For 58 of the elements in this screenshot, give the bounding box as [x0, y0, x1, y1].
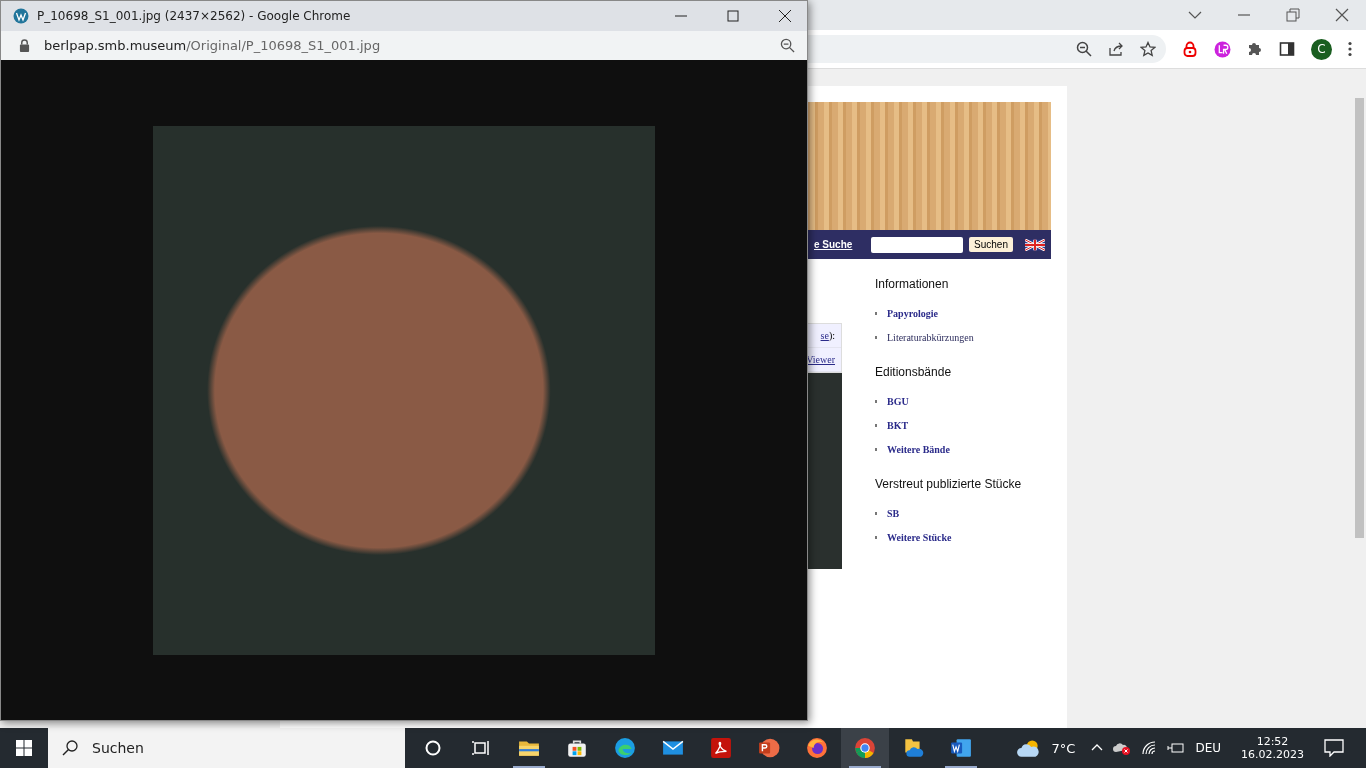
sidebar-heading: Editionsbände — [875, 365, 953, 379]
sidebar-link[interactable]: BGU — [887, 395, 909, 407]
chrome-browser-icon[interactable] — [854, 737, 876, 759]
running-indicator — [849, 766, 881, 768]
sidebar-link[interactable]: Weitere Bände — [887, 443, 950, 455]
share-icon[interactable] — [1108, 41, 1124, 57]
language-indicator[interactable]: DEU — [1195, 741, 1221, 755]
url-text[interactable]: berlpap.smb.museum/Original/P_10698_S1_001.jpg — [44, 38, 381, 53]
sidebar-link[interactable]: Literaturabkürzungen — [887, 331, 974, 343]
puzzle-icon[interactable] — [1247, 41, 1263, 57]
battery-plug-icon[interactable] — [1167, 741, 1186, 755]
close-icon[interactable] — [1334, 7, 1350, 23]
padlock-icon[interactable] — [1182, 40, 1198, 58]
clock[interactable]: 12:52 16.02.2023 — [1241, 735, 1304, 761]
lock-icon — [19, 39, 30, 52]
sidebar-link[interactable]: Papyrologie — [887, 307, 938, 319]
close-icon[interactable] — [777, 8, 793, 24]
firefox-browser-icon[interactable] — [806, 737, 828, 759]
running-indicator — [945, 766, 977, 768]
temperature-text[interactable]: 7°C — [1051, 740, 1076, 756]
edge-browser-icon[interactable] — [614, 737, 636, 759]
search-field[interactable] — [871, 236, 964, 253]
zoom-icon[interactable] — [780, 38, 795, 53]
notification-icon[interactable] — [1324, 739, 1344, 757]
viewer-link[interactable]: Viewer — [806, 354, 835, 365]
cortana-icon[interactable] — [423, 738, 443, 758]
sidebar-heading: Informationen — [875, 277, 950, 291]
search-icon — [62, 740, 78, 756]
windows-start-icon[interactable] — [16, 740, 32, 756]
weather-cloud-icon[interactable] — [1015, 738, 1042, 758]
running-indicator — [513, 766, 545, 768]
zoom-out-icon[interactable] — [1076, 41, 1092, 57]
pdf-reader-icon[interactable] — [710, 737, 732, 759]
sidebar-link[interactable]: Weitere Stücke — [887, 531, 952, 543]
word-processor-icon[interactable] — [950, 737, 972, 759]
search-button[interactable]: Suchen — [969, 237, 1013, 252]
window-title: P_10698_S1_001.jpg (2437×2562) - Google Chrome — [37, 9, 351, 23]
sidebar-link[interactable]: BKT — [887, 419, 909, 431]
presentation-app-icon[interactable] — [758, 737, 780, 759]
star-icon[interactable] — [1140, 41, 1156, 57]
content-link[interactable]: se — [820, 330, 829, 341]
maximize-icon[interactable] — [725, 8, 741, 24]
sidebar-heading: Verstreut publizierte Stücke — [875, 477, 1022, 491]
search-link[interactable]: e Suche — [814, 239, 853, 250]
side-panel-icon[interactable] — [1279, 41, 1295, 57]
content-text: ): — [828, 330, 835, 341]
menu-icon[interactable] — [1348, 41, 1352, 57]
task-view-icon[interactable] — [471, 738, 491, 758]
profile-avatar[interactable]: C — [1311, 38, 1332, 60]
taskbar-search-field[interactable]: Suchen — [48, 728, 405, 768]
sidebar-link[interactable]: SB — [887, 507, 900, 519]
wordpress-logo-icon — [13, 8, 29, 24]
extension-icon[interactable] — [1214, 40, 1231, 58]
cloud-folder-icon[interactable] — [902, 737, 924, 759]
restore-icon[interactable] — [1285, 7, 1301, 23]
cloud-error-icon[interactable] — [1113, 740, 1132, 756]
flag-icon[interactable] — [1025, 238, 1045, 251]
wifi-icon[interactable] — [1141, 740, 1158, 756]
